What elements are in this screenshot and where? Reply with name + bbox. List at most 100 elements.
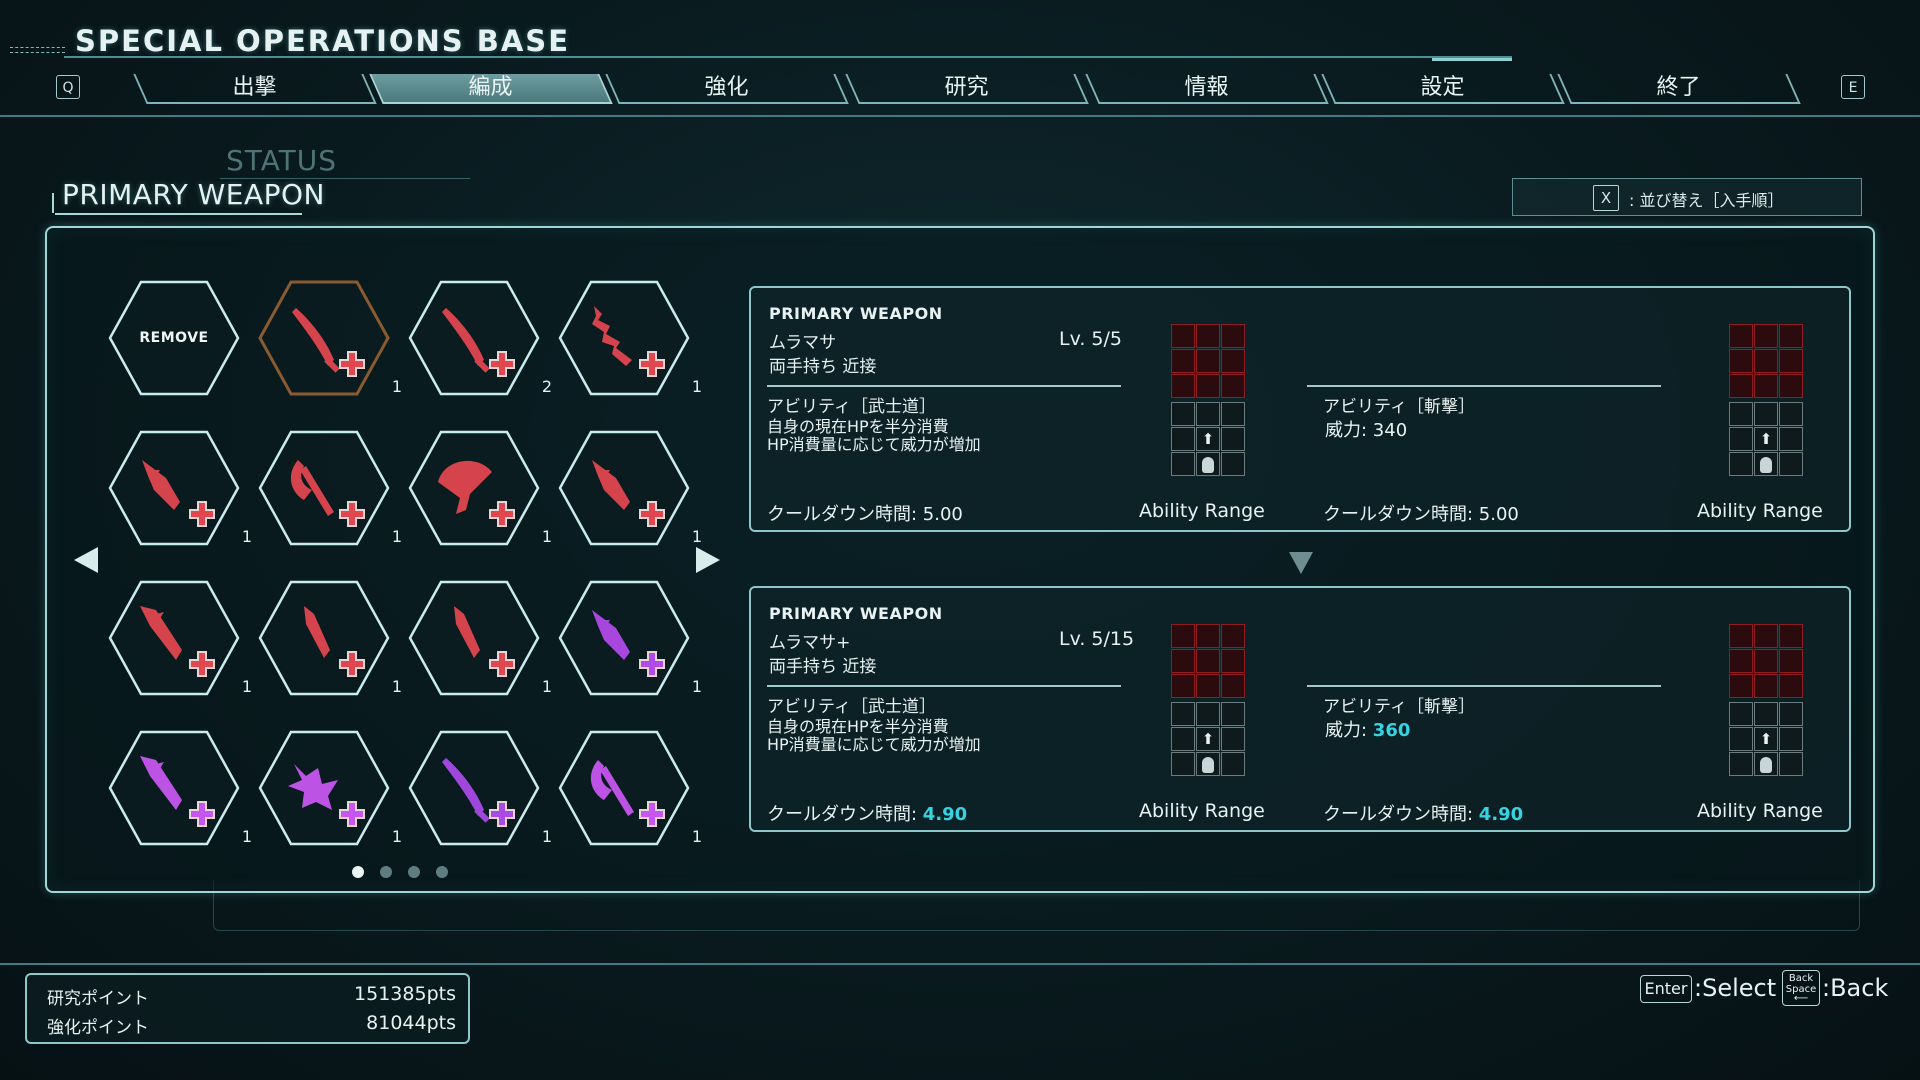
remove-weapon-button[interactable]: REMOVE <box>108 280 240 396</box>
cooldown-stat: クールダウン時間: 5.00 <box>1323 500 1519 526</box>
range-cell-target <box>1729 349 1753 373</box>
page-title: SPECIAL OPERATIONS BASE <box>75 24 571 58</box>
range-cell-target <box>1754 349 1778 373</box>
cooldown-label: クールダウン時間: <box>767 804 923 825</box>
range-cell-target <box>1196 649 1220 673</box>
weapon-slot[interactable]: 1 <box>258 730 402 846</box>
weapon-slot[interactable]: 1 <box>558 730 702 846</box>
range-cell <box>1221 452 1245 476</box>
upgrade-points-label: 強化ポイント <box>47 1018 149 1038</box>
cooldown-stat: クールダウン時間: 5.00 <box>767 500 963 526</box>
item-count: 1 <box>391 677 402 696</box>
section-tick <box>52 193 54 213</box>
page-dot[interactable] <box>380 866 392 878</box>
weapon-slot[interactable]: 1 <box>258 430 402 546</box>
remove-label: REMOVE <box>139 330 209 346</box>
weapon-slot[interactable]: 1 <box>558 580 702 696</box>
prev-tab-key[interactable]: Q <box>56 75 80 99</box>
weapon-slot[interactable]: 1 <box>558 430 702 546</box>
range-cell <box>1779 452 1803 476</box>
spear-icon <box>108 430 240 546</box>
section-underline <box>55 213 302 215</box>
item-count: 1 <box>691 377 702 396</box>
tab-label: 強化 <box>704 75 749 100</box>
cooldown-label: クールダウン時間: <box>1323 804 1479 825</box>
weapon-slot[interactable]: 1 <box>108 430 252 546</box>
tab-bar-divider <box>0 115 1920 117</box>
ability-range-label: Ability Range <box>1697 500 1823 522</box>
enter-key-hint[interactable]: Enter <box>1640 975 1692 1003</box>
tab-item[interactable]: 情報 <box>1085 74 1329 104</box>
power-value: 360 <box>1372 720 1411 741</box>
range-cell-target <box>1729 624 1753 648</box>
weapon-slot[interactable]: 1 <box>108 730 252 846</box>
range-cell-target <box>1729 674 1753 698</box>
background-status-label: STATUS <box>226 144 338 177</box>
direction-arrow-icon: ⬆ <box>1759 430 1773 448</box>
range-cell <box>1171 702 1195 726</box>
cooldown-stat: クールダウン時間: 4.90 <box>767 800 967 826</box>
backspace-key-hint[interactable]: Back Space ⟵ <box>1782 970 1820 1006</box>
select-label: :Select <box>1694 974 1777 1002</box>
weapon-slot[interactable]: 2 <box>408 280 552 396</box>
research-points-label: 研究ポイント <box>47 989 149 1009</box>
weapon-slot[interactable]: 1 <box>258 280 402 396</box>
ability-range-label: Ability Range <box>1697 800 1823 822</box>
range-cell-target <box>1754 324 1778 348</box>
page-prev-arrow[interactable] <box>72 545 100 575</box>
weapon-slot[interactable]: 1 <box>558 280 702 396</box>
range-cell-target <box>1779 324 1803 348</box>
range-cell <box>1779 427 1803 451</box>
item-count: 1 <box>241 827 252 846</box>
page-dot[interactable] <box>408 866 420 878</box>
serrated-blade-icon <box>558 280 690 396</box>
range-cell <box>1754 702 1778 726</box>
weapon-slot[interactable]: 1 <box>258 580 402 696</box>
axe-icon <box>258 430 390 546</box>
range-cell-target <box>1729 374 1753 398</box>
horned-helm-icon <box>258 730 390 846</box>
page-dot[interactable] <box>352 866 364 878</box>
ability-title: アビリティ［斬撃］ <box>1323 697 1475 717</box>
power-label: 威力: <box>1325 420 1373 441</box>
tab-item[interactable]: 編成 <box>369 74 613 104</box>
range-cell <box>1779 402 1803 426</box>
weapon-slot[interactable]: 1 <box>408 430 552 546</box>
tab-item[interactable]: 強化 <box>605 74 849 104</box>
range-cell <box>1196 402 1220 426</box>
tab-item[interactable]: 出撃 <box>133 74 377 104</box>
upgrade-arrow-icon <box>1289 552 1313 574</box>
tab-item[interactable]: 設定 <box>1321 74 1565 104</box>
range-cell-target <box>1196 324 1220 348</box>
weapon-slot[interactable]: 1 <box>408 730 552 846</box>
ability-description: 自身の現在HPを半分消費 HP消費量に応じて威力が増加 <box>767 717 981 754</box>
tab-label: 終了 <box>1656 75 1701 100</box>
range-cell-target <box>1779 349 1803 373</box>
card-divider <box>1307 385 1661 387</box>
range-cell-target <box>1729 649 1753 673</box>
range-cell-target <box>1171 324 1195 348</box>
weapon-slot[interactable]: 1 <box>408 580 552 696</box>
page-dot[interactable] <box>436 866 448 878</box>
next-tab-key[interactable]: E <box>1841 75 1865 99</box>
ability-title: アビリティ［武士道］ <box>767 697 936 717</box>
cooldown-value: 5.00 <box>1478 504 1519 525</box>
item-count: 1 <box>541 527 552 546</box>
sort-button[interactable]: X : 並び替え［入手順］ <box>1512 178 1862 216</box>
ability-range-grid: ⬆ <box>1729 324 1807 479</box>
ability-title: アビリティ［斬撃］ <box>1323 397 1475 417</box>
page-next-arrow[interactable] <box>694 545 722 575</box>
range-cell <box>1729 752 1753 776</box>
range-cell-target <box>1221 624 1245 648</box>
card-header: PRIMARY WEAPON <box>769 304 943 323</box>
research-points-value: 151385pts <box>354 983 456 1005</box>
tab-item[interactable]: 研究 <box>845 74 1089 104</box>
tab-label: 情報 <box>1184 75 1229 100</box>
range-cell-target <box>1729 324 1753 348</box>
weapon-slot[interactable]: 1 <box>108 580 252 696</box>
header-divider-accent <box>1432 58 1512 61</box>
weapon-level: Lv. 5/5 <box>1059 328 1123 350</box>
range-cell <box>1729 452 1753 476</box>
item-count: 2 <box>541 377 552 396</box>
tab-item[interactable]: 終了 <box>1557 74 1801 104</box>
